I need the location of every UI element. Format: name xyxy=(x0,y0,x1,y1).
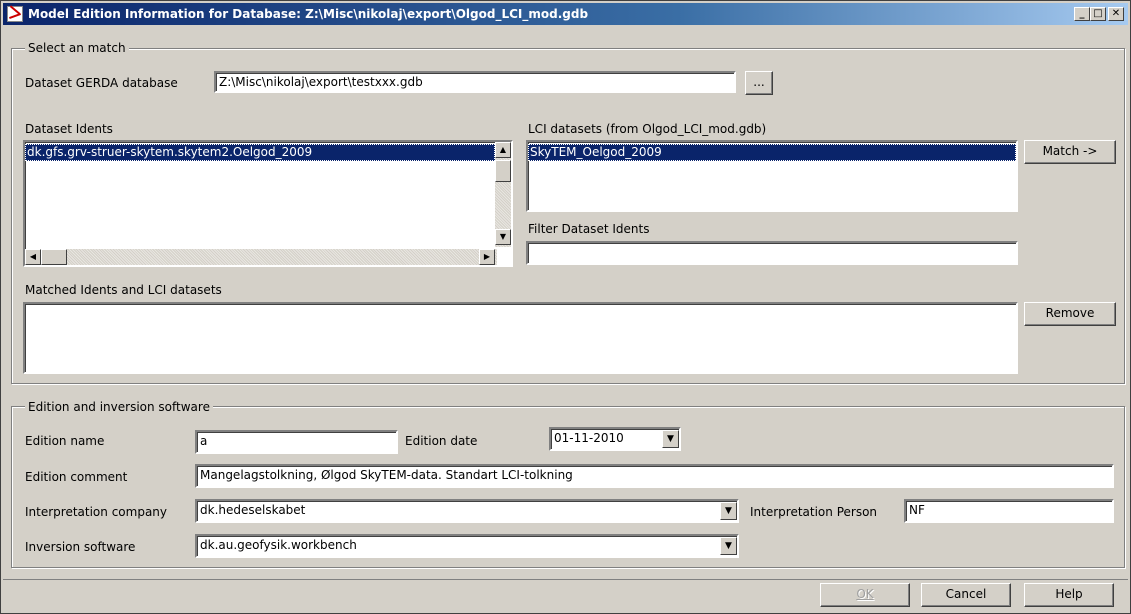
edition-date-value: 01-11-2010 xyxy=(554,431,624,445)
edition-date-field[interactable]: 01-11-2010 ▼ xyxy=(549,427,681,451)
scroll-thumb[interactable] xyxy=(495,160,511,182)
software-value: dk.au.geofysik.workbench xyxy=(200,538,357,552)
dataset-idents-label: Dataset Idents xyxy=(25,122,113,136)
cancel-button[interactable]: Cancel xyxy=(921,583,1011,607)
edition-name-label: Edition name xyxy=(25,434,105,448)
software-label: Inversion software xyxy=(25,540,136,554)
help-button-label: Help xyxy=(1055,587,1083,601)
person-field[interactable]: NF xyxy=(904,499,1114,523)
edition-comment-label: Edition comment xyxy=(25,470,128,484)
matched-label: Matched Idents and LCI datasets xyxy=(25,283,222,297)
dataset-ident-item[interactable]: dk.gfs.grv-struer-skytem.skytem2.Oelgod_… xyxy=(25,144,495,161)
lci-datasets-list[interactable]: SkyTEM_Oelgod_2009 xyxy=(526,140,1018,212)
date-dropdown-icon[interactable]: ▼ xyxy=(662,430,679,448)
idents-vertical-scrollbar[interactable]: ▲ ▼ xyxy=(495,142,511,247)
scroll-left-icon[interactable]: ◀ xyxy=(25,249,41,265)
scroll-up-icon[interactable]: ▲ xyxy=(495,142,511,158)
minimize-button[interactable]: _ xyxy=(1074,7,1090,21)
company-label: Interpretation company xyxy=(25,505,168,519)
dataset-idents-items: dk.gfs.grv-struer-skytem.skytem2.Oelgod_… xyxy=(25,144,495,161)
help-button[interactable]: Help xyxy=(1024,583,1114,607)
app-icon xyxy=(7,6,23,22)
edition-comment-field[interactable]: Mangelagstolkning, Ølgod SkyTEM-data. St… xyxy=(195,464,1114,488)
matched-list[interactable] xyxy=(23,302,1018,374)
title-bar[interactable]: Model Edition Information for Database: … xyxy=(3,3,1128,25)
window-title: Model Edition Information for Database: … xyxy=(28,7,589,21)
edition-date-label: Edition date xyxy=(405,434,478,448)
software-dropdown-icon[interactable]: ▼ xyxy=(720,537,737,555)
close-button[interactable]: ✕ xyxy=(1108,7,1124,21)
filter-idents-field[interactable] xyxy=(526,241,1018,265)
company-select[interactable]: dk.hedeselskabet ▼ xyxy=(195,499,739,523)
lci-datasets-label: LCI datasets (from Olgod_LCI_mod.gdb) xyxy=(528,122,767,136)
lci-datasets-items: SkyTEM_Oelgod_2009 xyxy=(528,144,1016,161)
match-button[interactable]: Match -> xyxy=(1024,140,1116,164)
browse-button[interactable]: ... xyxy=(745,71,773,95)
edition-name-field[interactable]: a xyxy=(195,430,398,454)
scroll-right-icon[interactable]: ▶ xyxy=(479,249,495,265)
scroll-down-icon[interactable]: ▼ xyxy=(495,229,511,245)
gerda-database-field[interactable]: Z:\Misc\nikolaj\export\testxxx.gdb xyxy=(214,71,736,93)
dialog-window: Model Edition Information for Database: … xyxy=(0,0,1131,614)
ok-button-label: OK xyxy=(856,587,874,601)
software-select[interactable]: dk.au.geofysik.workbench ▼ xyxy=(195,534,739,558)
ok-button[interactable]: OK xyxy=(820,583,910,607)
cancel-button-label: Cancel xyxy=(945,587,987,601)
person-label: Interpretation Person xyxy=(750,505,878,519)
dataset-idents-list[interactable]: dk.gfs.grv-struer-skytem.skytem2.Oelgod_… xyxy=(23,140,513,267)
hscroll-thumb[interactable] xyxy=(41,249,67,265)
select-match-legend: Select an match xyxy=(25,41,129,55)
edition-legend: Edition and inversion software xyxy=(25,400,213,414)
filter-idents-label: Filter Dataset Idents xyxy=(528,222,650,236)
remove-button[interactable]: Remove xyxy=(1024,302,1116,326)
lci-dataset-item[interactable]: SkyTEM_Oelgod_2009 xyxy=(528,144,1016,161)
company-dropdown-icon[interactable]: ▼ xyxy=(720,502,737,520)
gerda-database-label: Dataset GERDA database xyxy=(25,76,178,90)
maximize-button[interactable]: □ xyxy=(1090,7,1106,21)
company-value: dk.hedeselskabet xyxy=(200,503,306,517)
idents-horizontal-scrollbar[interactable]: ◀ ▶ xyxy=(25,249,497,265)
